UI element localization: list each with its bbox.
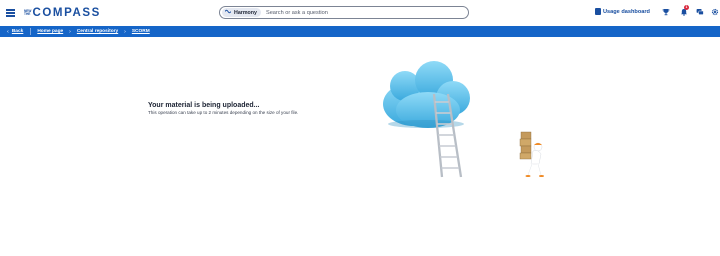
logo-prefix-line-2: THE <box>24 12 31 16</box>
logo-text: COMPASS <box>32 7 101 19</box>
breadcrumb-item-home[interactable]: Home page <box>37 29 63 34</box>
usage-dashboard-button[interactable]: Usage dashboard <box>595 8 650 15</box>
logo-prefix: NEW THE <box>24 9 31 17</box>
trophy-icon[interactable] <box>662 8 670 16</box>
upload-title: Your material is being uploaded... <box>148 102 260 109</box>
cloud-icon <box>383 61 470 128</box>
harmony-chip[interactable]: Harmony <box>222 8 261 17</box>
upload-illustration <box>378 58 558 182</box>
top-header: NEW THE COMPASS Harmony Search or ask a … <box>0 0 720 26</box>
notification-badge: 1 <box>684 5 689 10</box>
person-carrying-boxes-icon <box>519 131 544 177</box>
usage-dashboard-label: Usage dashboard <box>603 8 650 15</box>
chat-icon[interactable] <box>696 8 704 16</box>
chevron-left-icon: ‹ <box>7 28 9 35</box>
search-bar[interactable]: Harmony Search or ask a question <box>219 6 469 19</box>
search-input[interactable]: Search or ask a question <box>266 10 328 16</box>
harmony-icon <box>224 9 232 16</box>
breadcrumb-item-central-repository[interactable]: Central repository <box>77 29 118 34</box>
breadcrumb-item-scorm[interactable]: SCORM <box>132 29 150 34</box>
breadcrumb: ‹ Back Home page › Central repository › … <box>0 26 720 37</box>
upload-subtitle: This operation can take up to 2 minutes … <box>148 110 299 115</box>
chevron-right-icon: › <box>124 28 126 35</box>
back-label: Back <box>11 29 24 34</box>
app-logo[interactable]: NEW THE COMPASS <box>24 5 101 21</box>
back-button[interactable]: ‹ Back <box>7 29 23 35</box>
chevron-right-icon: › <box>69 28 71 35</box>
clipboard-icon <box>595 8 601 15</box>
hamburger-icon[interactable] <box>6 9 15 17</box>
breadcrumb-divider <box>30 28 32 35</box>
upload-status: Your material is being uploaded... This … <box>148 102 298 115</box>
harmony-chip-label: Harmony <box>234 9 257 16</box>
gear-icon[interactable] <box>711 8 719 16</box>
